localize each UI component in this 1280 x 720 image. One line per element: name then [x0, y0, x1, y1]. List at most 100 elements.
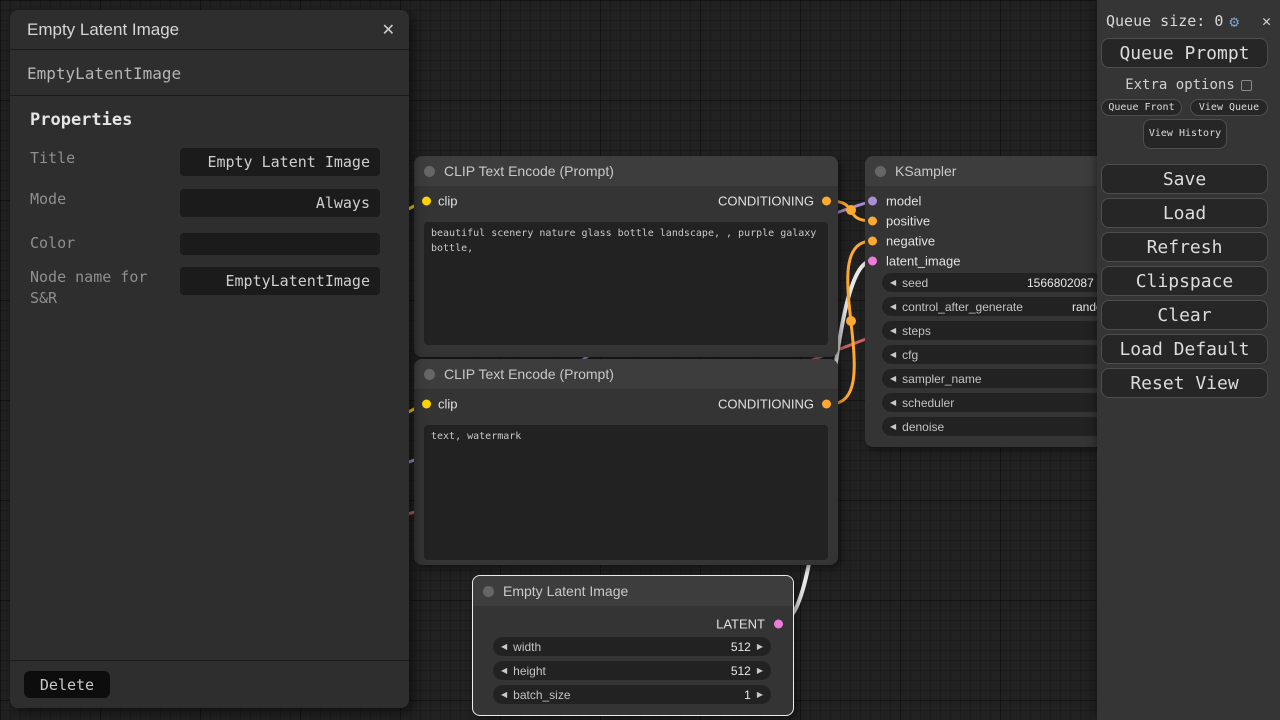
- widget-height[interactable]: ◀ height 512 ▶: [493, 661, 771, 680]
- widget-label: control_after_generate: [902, 300, 1023, 314]
- arrow-right-icon[interactable]: ▶: [757, 667, 763, 675]
- clear-button[interactable]: Clear: [1101, 300, 1268, 330]
- queue-prompt-button[interactable]: Queue Prompt: [1101, 38, 1268, 68]
- input-slot-label: clip: [438, 194, 458, 209]
- widget-value: 512: [731, 640, 751, 654]
- widget-scheduler[interactable]: ◀ scheduler: [882, 393, 1122, 412]
- negative-prompt-textarea[interactable]: text, watermark: [424, 425, 828, 560]
- delete-node-button[interactable]: Delete: [24, 671, 110, 698]
- link-midpoint-dot[interactable]: [846, 316, 856, 326]
- field-value: Empty Latent Image: [207, 153, 370, 171]
- node-name-field[interactable]: EmptyLatentImage: [180, 267, 380, 295]
- widget-value: 1: [744, 688, 751, 702]
- color-field[interactable]: [180, 233, 380, 255]
- arrow-left-icon[interactable]: ◀: [890, 423, 896, 431]
- collapse-dot-icon[interactable]: [875, 166, 886, 177]
- input-slot-label: model: [886, 194, 921, 209]
- widget-label: steps: [902, 324, 931, 338]
- widget-control-after-generate[interactable]: ◀ control_after_generate randomize: [882, 297, 1122, 316]
- conditioning-output-slot[interactable]: [822, 400, 831, 409]
- node-title-bar[interactable]: CLIP Text Encode (Prompt): [414, 156, 838, 186]
- widget-denoise[interactable]: ◀ denoise: [882, 417, 1122, 436]
- field-value: EmptyLatentImage: [226, 272, 371, 290]
- field-value: Always: [316, 194, 370, 212]
- arrow-left-icon[interactable]: ◀: [890, 375, 896, 383]
- widget-value: 512: [731, 664, 751, 678]
- node-empty-latent-image[interactable]: Empty Latent Image LATENT ◀ width 512 ▶ …: [472, 575, 794, 716]
- model-input-slot[interactable]: [868, 197, 877, 206]
- clipspace-button[interactable]: Clipspace: [1101, 266, 1268, 296]
- field-label-title: Title: [30, 148, 165, 169]
- title-field[interactable]: Empty Latent Image: [180, 148, 380, 176]
- widget-batch-size[interactable]: ◀ batch_size 1 ▶: [493, 685, 771, 704]
- conditioning-output-slot[interactable]: [822, 197, 831, 206]
- node-title-bar[interactable]: CLIP Text Encode (Prompt): [414, 359, 838, 389]
- mode-field[interactable]: Always: [180, 189, 380, 217]
- positive-input-slot[interactable]: [868, 217, 877, 226]
- arrow-left-icon[interactable]: ◀: [890, 351, 896, 359]
- widget-cfg[interactable]: ◀ cfg: [882, 345, 1122, 364]
- panel-title: Empty Latent Image: [27, 20, 179, 40]
- input-slot-label: latent_image: [886, 254, 960, 269]
- arrow-right-icon[interactable]: ▶: [757, 691, 763, 699]
- widget-steps[interactable]: ◀ steps: [882, 321, 1122, 340]
- widget-sampler-name[interactable]: ◀ sampler_name: [882, 369, 1122, 388]
- widget-width[interactable]: ◀ width 512 ▶: [493, 637, 771, 656]
- widget-label: width: [513, 640, 541, 654]
- output-slot-label: CONDITIONING: [718, 194, 814, 209]
- latent-image-input-slot[interactable]: [868, 257, 877, 266]
- widget-label: height: [513, 664, 546, 678]
- node-class-name: EmptyLatentImage: [10, 51, 409, 96]
- load-button[interactable]: Load: [1101, 198, 1268, 228]
- widget-value: 1566802087: [1027, 276, 1094, 290]
- view-queue-button[interactable]: View Queue: [1190, 99, 1268, 116]
- arrow-left-icon[interactable]: ◀: [501, 667, 507, 675]
- reset-view-button[interactable]: Reset View: [1101, 368, 1268, 398]
- refresh-button[interactable]: Refresh: [1101, 232, 1268, 262]
- node-clip-text-encode-negative[interactable]: CLIP Text Encode (Prompt) clip CONDITION…: [414, 359, 838, 565]
- arrow-left-icon[interactable]: ◀: [501, 643, 507, 651]
- arrow-left-icon[interactable]: ◀: [890, 303, 896, 311]
- view-history-button[interactable]: View History: [1143, 119, 1227, 149]
- node-title: CLIP Text Encode (Prompt): [444, 163, 614, 179]
- widget-label: scheduler: [902, 396, 954, 410]
- clip-input-slot[interactable]: [422, 197, 431, 206]
- gear-icon[interactable]: ⚙: [1229, 12, 1239, 31]
- load-default-button[interactable]: Load Default: [1101, 334, 1268, 364]
- arrow-right-icon[interactable]: ▶: [757, 643, 763, 651]
- widget-label: cfg: [902, 348, 918, 362]
- widget-label: batch_size: [513, 688, 570, 702]
- negative-input-slot[interactable]: [868, 237, 877, 246]
- graph-canvas[interactable]: CLIP Text Encode (Prompt) clip CONDITION…: [0, 0, 1280, 720]
- node-clip-text-encode-positive[interactable]: CLIP Text Encode (Prompt) clip CONDITION…: [414, 156, 838, 357]
- widget-seed[interactable]: ◀ seed 1566802087: [882, 273, 1122, 292]
- queue-front-button[interactable]: Queue Front: [1101, 99, 1182, 116]
- collapse-dot-icon[interactable]: [424, 166, 435, 177]
- widget-label: sampler_name: [902, 372, 981, 386]
- extra-options-label: Extra options: [1125, 77, 1235, 93]
- node-title: CLIP Text Encode (Prompt): [444, 366, 614, 382]
- arrow-left-icon[interactable]: ◀: [501, 691, 507, 699]
- node-title: Empty Latent Image: [503, 583, 628, 599]
- save-button[interactable]: Save: [1101, 164, 1268, 194]
- arrow-left-icon[interactable]: ◀: [890, 279, 896, 287]
- field-label-color: Color: [30, 233, 165, 254]
- input-slot-label: negative: [886, 234, 935, 249]
- widget-label: denoise: [902, 420, 944, 434]
- clip-input-slot[interactable]: [422, 400, 431, 409]
- collapse-dot-icon[interactable]: [483, 586, 494, 597]
- field-label-node-name: Node name for S&R: [30, 267, 165, 309]
- field-label-mode: Mode: [30, 189, 165, 210]
- widget-label: seed: [902, 276, 928, 290]
- extra-options-checkbox[interactable]: [1241, 80, 1252, 91]
- node-title-bar[interactable]: Empty Latent Image: [473, 576, 793, 606]
- arrow-left-icon[interactable]: ◀: [890, 399, 896, 407]
- close-icon[interactable]: ✕: [1262, 12, 1271, 30]
- link-midpoint-dot[interactable]: [846, 205, 856, 215]
- close-icon[interactable]: ✕: [382, 20, 395, 40]
- latent-output-slot[interactable]: [774, 620, 783, 629]
- positive-prompt-textarea[interactable]: beautiful scenery nature glass bottle la…: [424, 222, 828, 345]
- collapse-dot-icon[interactable]: [424, 369, 435, 380]
- arrow-left-icon[interactable]: ◀: [890, 327, 896, 335]
- properties-section-title: Properties: [30, 110, 132, 130]
